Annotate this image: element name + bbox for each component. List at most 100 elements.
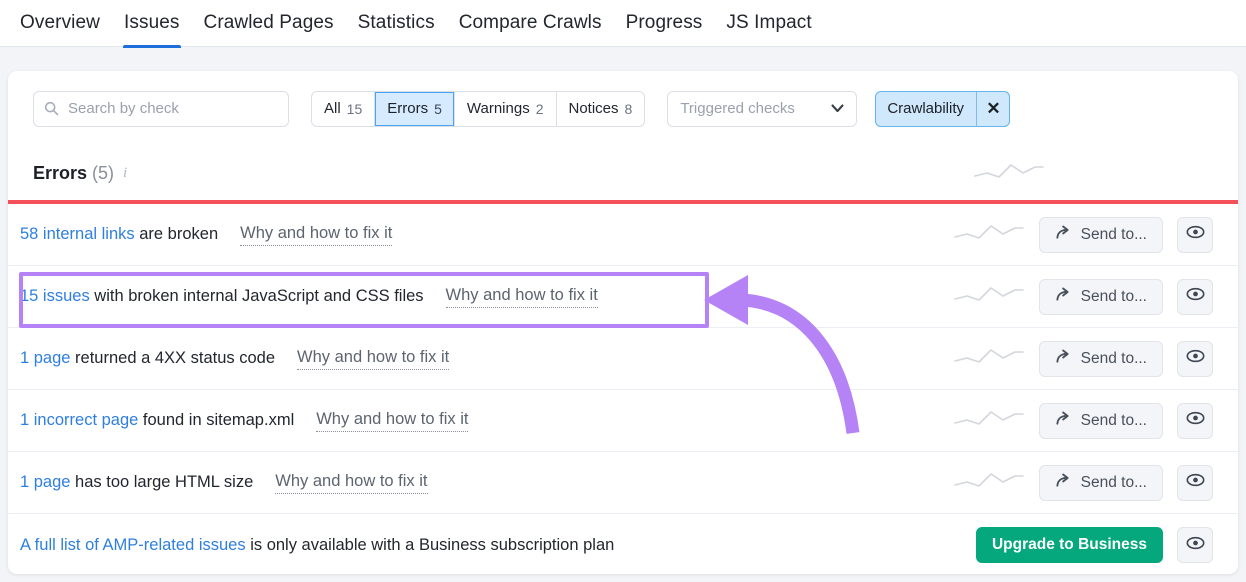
- section-count: (5): [92, 163, 115, 183]
- table-row[interactable]: 1 page returned a 4XX status code Why an…: [8, 328, 1238, 390]
- issue-rest: returned a 4XX status code: [70, 349, 276, 367]
- search-box[interactable]: [33, 90, 289, 127]
- why-how-to-fix-link[interactable]: Why and how to fix it: [275, 472, 428, 494]
- issue-link[interactable]: 15 issues: [20, 287, 90, 305]
- issues-card: All 15 Errors 5 Warnings 2 Notices 8 Tri…: [8, 71, 1238, 574]
- tab-overview[interactable]: Overview: [8, 0, 112, 48]
- filter-warnings-label: Warnings: [466, 100, 530, 117]
- issue-text: 1 page returned a 4XX status code: [20, 349, 275, 368]
- share-arrow-icon: [1055, 224, 1072, 246]
- send-to-button[interactable]: Send to...: [1038, 216, 1163, 253]
- send-to-button[interactable]: Send to...: [1038, 464, 1163, 501]
- tab-progress[interactable]: Progress: [614, 0, 715, 48]
- issue-link[interactable]: 1 page: [20, 349, 70, 367]
- share-arrow-icon: [1055, 472, 1072, 494]
- eye-icon: [1186, 349, 1205, 368]
- filter-notices-count: 8: [624, 100, 633, 117]
- filter-all-label: All: [324, 100, 341, 117]
- filter-all[interactable]: All 15: [312, 91, 376, 126]
- tab-crawled-pages[interactable]: Crawled Pages: [192, 0, 346, 48]
- hide-issue-button[interactable]: [1177, 340, 1213, 377]
- close-icon[interactable]: ✕: [976, 90, 1010, 127]
- issue-rest: are broken: [134, 225, 219, 243]
- filter-notices-label: Notices: [568, 100, 619, 117]
- issues-list: 58 internal links are broken Why and how…: [8, 204, 1238, 574]
- filter-bar: All 15 Errors 5 Warnings 2 Notices 8 Tri…: [8, 71, 1238, 146]
- section-title: Errors: [33, 163, 88, 183]
- eye-icon: [1186, 287, 1205, 306]
- tab-crawled-pages-label: Crawled Pages: [203, 12, 334, 33]
- sparkline-chart: [973, 160, 1045, 187]
- hide-issue-button[interactable]: [1177, 527, 1213, 563]
- send-to-button[interactable]: Send to...: [1038, 340, 1163, 377]
- row-actions: Send to...: [953, 402, 1213, 439]
- why-how-to-fix-link[interactable]: Why and how to fix it: [316, 410, 469, 432]
- upgrade-to-business-button[interactable]: Upgrade to Business: [975, 527, 1163, 563]
- table-row[interactable]: 58 internal links are broken Why and how…: [8, 204, 1238, 266]
- tab-issues[interactable]: Issues: [112, 0, 192, 48]
- eye-icon: [1186, 536, 1205, 555]
- send-to-label: Send to...: [1080, 473, 1147, 491]
- table-row[interactable]: 1 page has too large HTML size Why and h…: [8, 452, 1238, 514]
- active-filter-chip-crawlability[interactable]: Crawlability ✕: [875, 90, 1011, 127]
- triggered-checks-label: Triggered checks: [680, 100, 795, 117]
- tab-progress-label: Progress: [625, 12, 703, 33]
- issue-text: A full list of AMP-related issues is onl…: [20, 536, 614, 555]
- share-arrow-icon: [1055, 410, 1072, 432]
- eye-icon: [1186, 411, 1205, 430]
- table-row[interactable]: 15 issues with broken internal JavaScrip…: [8, 266, 1238, 328]
- row-actions: Send to...: [953, 464, 1213, 501]
- why-how-to-fix-link[interactable]: Why and how to fix it: [240, 224, 393, 246]
- row-actions: Send to...: [953, 216, 1213, 253]
- hide-issue-button[interactable]: [1177, 464, 1213, 501]
- share-arrow-icon: [1055, 286, 1072, 308]
- filter-errors-label: Errors: [387, 100, 429, 117]
- tab-compare-crawls-label: Compare Crawls: [458, 12, 602, 33]
- triggered-checks-dropdown[interactable]: Triggered checks: [667, 90, 858, 127]
- issue-rest: has too large HTML size: [70, 473, 254, 491]
- filter-errors[interactable]: Errors 5: [375, 91, 455, 126]
- sparkline-chart: [953, 345, 1025, 372]
- issue-rest: found in sitemap.xml: [138, 411, 295, 429]
- row-actions: Send to...: [953, 340, 1213, 377]
- sparkline-chart: [953, 469, 1025, 496]
- send-to-label: Send to...: [1080, 225, 1147, 243]
- main-navigation: Overview Issues Crawled Pages Statistics…: [0, 0, 1246, 48]
- hide-issue-button[interactable]: [1177, 402, 1213, 439]
- issue-rest: is only available with a Business subscr…: [245, 535, 615, 554]
- issue-text: 1 incorrect page found in sitemap.xml: [20, 411, 294, 430]
- tab-statistics[interactable]: Statistics: [346, 0, 447, 48]
- search-input[interactable]: [68, 100, 278, 117]
- issue-link[interactable]: A full list of AMP-related issues: [20, 536, 246, 554]
- tab-js-impact[interactable]: JS Impact: [714, 0, 823, 48]
- table-row[interactable]: A full list of AMP-related issues is onl…: [8, 514, 1238, 574]
- send-to-button[interactable]: Send to...: [1038, 402, 1163, 439]
- row-actions: Send to...: [953, 278, 1213, 315]
- upgrade-label: Upgrade to Business: [991, 536, 1147, 553]
- tab-statistics-label: Statistics: [357, 12, 435, 33]
- send-to-button[interactable]: Send to...: [1038, 278, 1163, 315]
- hide-issue-button[interactable]: [1177, 216, 1213, 253]
- filter-notices[interactable]: Notices 8: [557, 92, 645, 126]
- sparkline-chart: [953, 221, 1025, 248]
- issue-link[interactable]: 1 incorrect page: [20, 411, 138, 429]
- why-how-to-fix-link[interactable]: Why and how to fix it: [445, 286, 598, 308]
- chip-label: Crawlability: [887, 100, 965, 117]
- errors-section-header: Errors (5) i: [8, 146, 1238, 201]
- search-icon: [44, 101, 59, 116]
- severity-filter-group: All 15 Errors 5 Warnings 2 Notices 8: [311, 90, 646, 127]
- issue-link[interactable]: 58 internal links: [20, 225, 135, 243]
- tab-compare-crawls[interactable]: Compare Crawls: [447, 0, 614, 48]
- send-to-label: Send to...: [1080, 287, 1147, 305]
- why-how-to-fix-link[interactable]: Why and how to fix it: [297, 348, 450, 370]
- tab-issues-label: Issues: [123, 12, 180, 33]
- hide-issue-button[interactable]: [1177, 278, 1213, 315]
- issue-rest: with broken internal JavaScript and CSS …: [89, 287, 424, 305]
- issue-link[interactable]: 1 page: [20, 473, 70, 491]
- eye-icon: [1186, 473, 1205, 492]
- filter-warnings[interactable]: Warnings 2: [455, 91, 557, 126]
- tab-js-impact-label: JS Impact: [726, 12, 812, 33]
- table-row[interactable]: 1 incorrect page found in sitemap.xml Wh…: [8, 390, 1238, 452]
- info-icon[interactable]: i: [123, 165, 127, 182]
- filter-all-count: 15: [346, 100, 363, 117]
